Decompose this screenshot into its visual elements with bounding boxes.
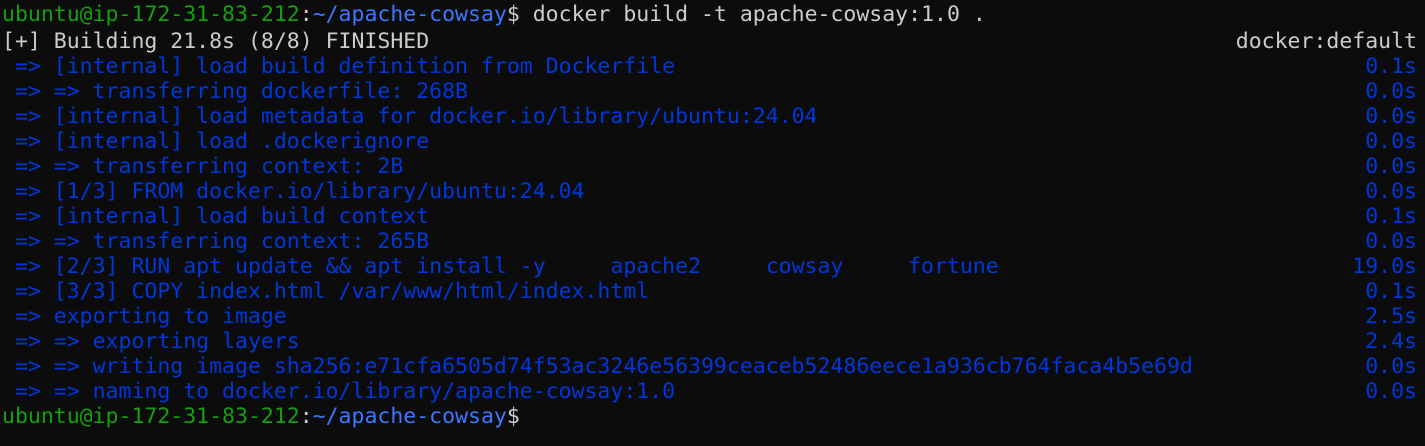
build-step-text: => => transferring context: 265B (2, 229, 430, 254)
build-step-time: 19.0s (1352, 254, 1417, 279)
build-step: => => transferring context: 265B 0.0s (2, 229, 1417, 254)
build-step: => exporting to image 2.5s (2, 304, 1417, 329)
command-text: docker build -t apache-cowsay:1.0 . (519, 2, 986, 27)
build-step-time: 0.1s (1365, 54, 1417, 79)
prompt-dollar: $ (506, 404, 520, 429)
build-step-text: => exporting to image (2, 304, 287, 329)
build-step-time: 0.1s (1365, 279, 1417, 304)
build-status: [+] Building 21.8s (8/8) FINISHED (2, 29, 430, 54)
build-step-time: 2.4s (1365, 329, 1417, 354)
build-step: => => transferring dockerfile: 268B 0.0s (2, 79, 1417, 104)
builder-name: docker:default (1235, 29, 1417, 54)
prompt-dollar: $ (506, 2, 520, 27)
build-step-text: => [2/3] RUN apt update && apt install -… (2, 254, 999, 279)
build-step: => [1/3] FROM docker.io/library/ubuntu:2… (2, 179, 1417, 204)
build-step-time: 0.0s (1365, 229, 1417, 254)
build-step-text: => => writing image sha256:e71cfa6505d74… (2, 354, 1193, 379)
build-step-time: 0.0s (1365, 154, 1417, 179)
build-step-text: => [3/3] COPY index.html /var/www/html/i… (2, 279, 650, 304)
build-step: => => exporting layers 2.4s (2, 329, 1417, 354)
build-step-text: => => naming to docker.io/library/apache… (2, 379, 676, 404)
prompt-path: ~/apache-cowsay (312, 2, 507, 27)
build-step: => [2/3] RUN apt update && apt install -… (2, 254, 1417, 279)
prompt-user-host: ubuntu@ip-172-31-83-212 (2, 2, 300, 27)
build-step: => => transferring context: 2B 0.0s (2, 154, 1417, 179)
build-step-text: => [internal] load .dockerignore (2, 129, 430, 154)
command-line: ubuntu@ip-172-31-83-212:~/apache-cowsay$… (2, 2, 1417, 27)
build-step-time: 0.0s (1365, 104, 1417, 129)
terminal-window[interactable]: ubuntu@ip-172-31-83-212:~/apache-cowsay$… (0, 0, 1425, 446)
build-step-text: => => transferring dockerfile: 268B (2, 79, 468, 104)
build-step-text: => [1/3] FROM docker.io/library/ubuntu:2… (2, 179, 585, 204)
build-step-time: 0.0s (1365, 354, 1417, 379)
prompt-user-host: ubuntu@ip-172-31-83-212 (2, 404, 300, 429)
build-step: => [internal] load build definition from… (2, 54, 1417, 79)
build-step-text: => [internal] load build definition from… (2, 54, 676, 79)
build-step-time: 0.0s (1365, 79, 1417, 104)
build-step-time: 0.0s (1365, 129, 1417, 154)
prompt-colon: : (299, 404, 313, 429)
build-step: => => writing image sha256:e71cfa6505d74… (2, 354, 1417, 379)
build-step-time: 0.1s (1365, 204, 1417, 229)
build-step-time: 2.5s (1365, 304, 1417, 329)
build-step-text: => => exporting layers (2, 329, 300, 354)
build-step: => [internal] load metadata for docker.i… (2, 104, 1417, 129)
build-header: [+] Building 21.8s (8/8) FINISHED docker:… (2, 29, 1417, 54)
prompt-path: ~/apache-cowsay (312, 404, 507, 429)
build-step-time: 0.0s (1365, 379, 1417, 404)
prompt-line[interactable]: ubuntu@ip-172-31-83-212:~/apache-cowsay$ (2, 404, 1417, 429)
build-step: => => naming to docker.io/library/apache… (2, 379, 1417, 404)
build-step-text: => => transferring context: 2B (2, 154, 404, 179)
build-step-text: => [internal] load metadata for docker.i… (2, 104, 818, 129)
build-step: => [internal] load .dockerignore 0.0s (2, 129, 1417, 154)
build-step-time: 0.0s (1365, 179, 1417, 204)
build-step: => [3/3] COPY index.html /var/www/html/i… (2, 279, 1417, 304)
build-step: => [internal] load build context 0.1s (2, 204, 1417, 229)
build-step-text: => [internal] load build context (2, 204, 430, 229)
prompt-colon: : (299, 2, 313, 27)
